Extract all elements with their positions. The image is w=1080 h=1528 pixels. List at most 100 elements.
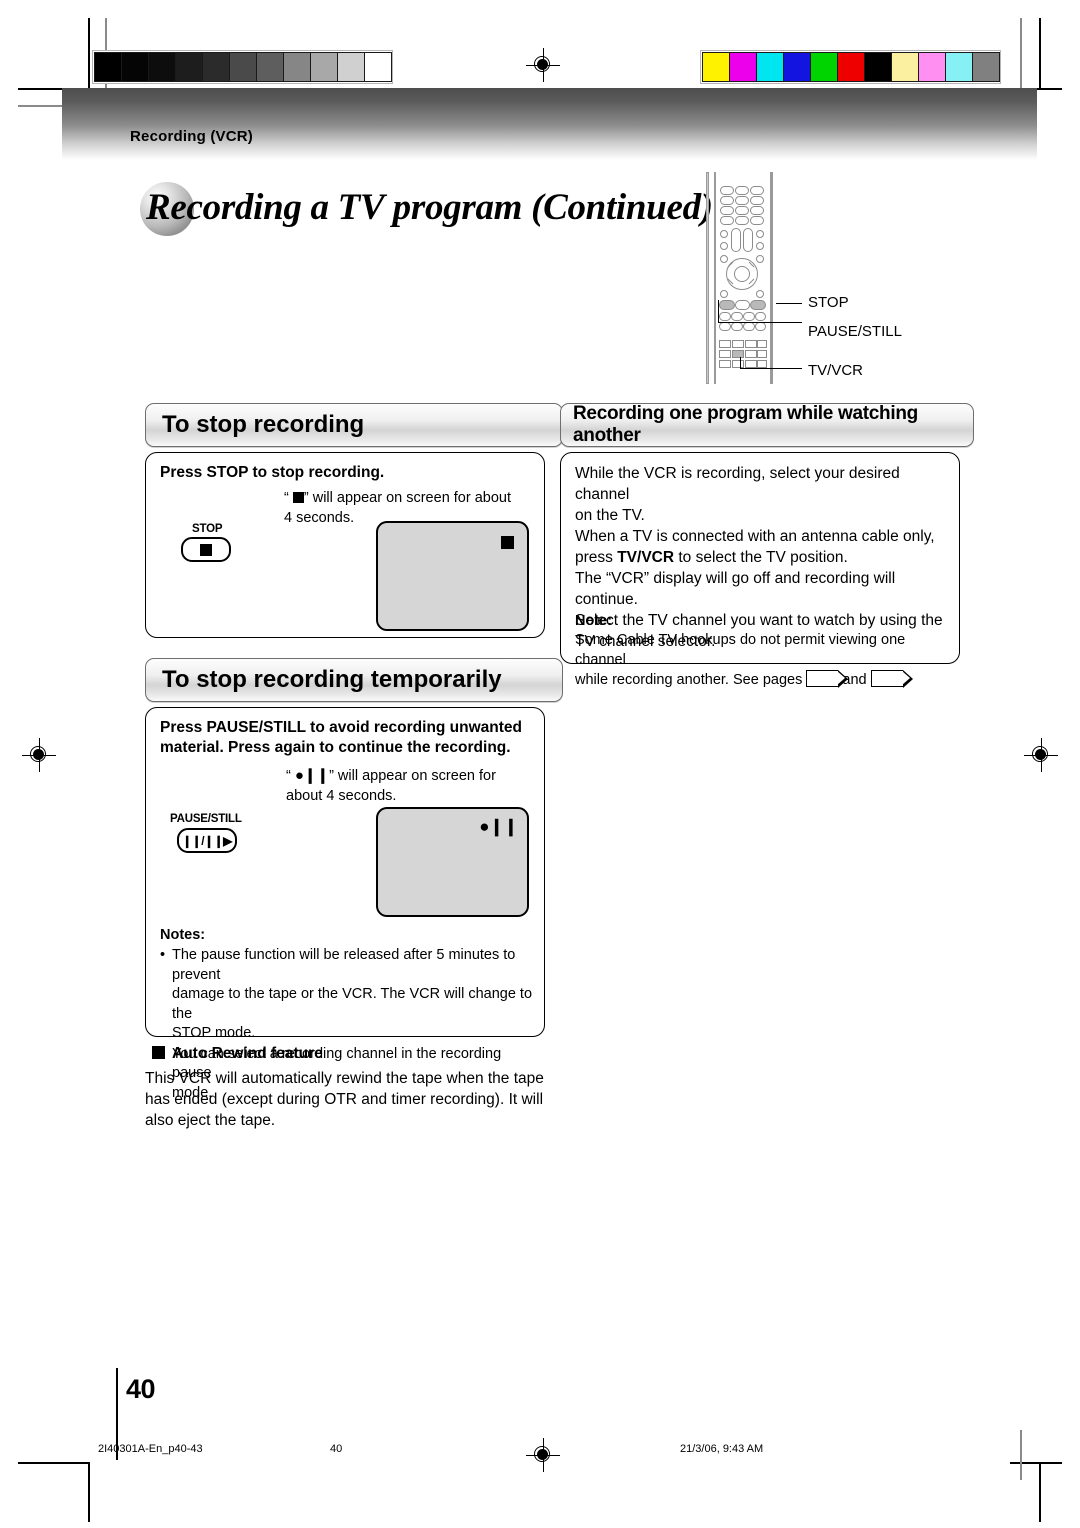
color-swatch	[945, 52, 973, 82]
stop-square-icon	[200, 543, 212, 556]
gray-swatch	[148, 52, 176, 82]
remote-tv-vcr-button	[732, 350, 744, 358]
notes-heading: Notes:	[160, 927, 206, 943]
remote-button	[743, 312, 755, 321]
page-reference-box	[806, 669, 849, 688]
remote-button	[720, 186, 734, 195]
section-heading-stop-temporarily: To stop recording temporarily	[145, 658, 563, 702]
remote-stop-button	[750, 300, 766, 310]
right-panel-line-tvvcr: press TV/VCR to select the TV position.	[575, 547, 951, 568]
gray-swatch	[256, 52, 284, 82]
section-heading-label: Recording one program while watching ano…	[573, 403, 918, 446]
registration-mark-right	[1024, 738, 1058, 772]
crop-mark-br-v	[1039, 1462, 1041, 1522]
square-bullet-icon	[152, 1046, 165, 1059]
auto-rewind-line: This VCR will automatically rewind the t…	[145, 1070, 544, 1087]
footer-center-number: 40	[330, 1443, 343, 1455]
page-number: 40	[126, 1374, 156, 1404]
registration-mark-top	[526, 48, 560, 82]
remote-button-tall	[731, 228, 741, 252]
remote-button	[720, 216, 734, 225]
color-swatch	[783, 52, 811, 82]
color-calibration-bar	[700, 50, 1001, 84]
remote-button	[732, 360, 744, 368]
right-panel-line: While the VCR is recording, select your …	[575, 465, 900, 503]
tv-vcr-emphasis: TV/VCR	[617, 549, 675, 566]
pause-key-label: PAUSE/STILL	[170, 813, 242, 825]
remote-button	[731, 312, 743, 321]
section-heading-recording-one-program: Recording one program while watching ano…	[560, 403, 974, 447]
quote-open: “	[286, 768, 291, 784]
section-label: Recording (VCR)	[130, 128, 253, 145]
note-line: STOP mode.	[172, 1025, 256, 1041]
note-line: damage to the tape or the VCR. The VCR w…	[172, 986, 533, 1022]
auto-rewind-line: has ended (except during OTR and timer r…	[145, 1091, 544, 1108]
crop-mark-bl-v	[88, 1462, 90, 1522]
stop-osd-note-text: ” will appear on screen for about	[303, 490, 512, 506]
remote-button-small	[720, 230, 728, 238]
footer-file-id: 2I40301A-En_p40-43	[98, 1443, 203, 1455]
pause-play-glyph-icon: ❙❙/❙❙▶	[182, 833, 232, 848]
auto-rewind-body: This VCR will automatically rewind the t…	[145, 1068, 555, 1131]
registration-mark-left	[22, 738, 56, 772]
remote-pause-still-button	[719, 300, 735, 310]
stop-keycap	[181, 537, 231, 562]
crop-mark-br-v2	[1020, 1430, 1022, 1480]
remote-button	[755, 312, 766, 321]
callout-label-stop: STOP	[808, 294, 849, 311]
tv-screen-stop	[376, 521, 529, 631]
gray-swatch	[310, 52, 338, 82]
remote-button	[735, 186, 749, 195]
gray-swatch	[337, 52, 365, 82]
section-heading-label: To stop recording temporarily	[162, 666, 502, 693]
color-swatch	[729, 52, 757, 82]
note-line-pages: while recording another. See pages and .	[575, 669, 951, 691]
tv-screen-pause: ●❙❙	[376, 807, 529, 917]
remote-button-small	[720, 290, 728, 298]
color-swatch	[972, 52, 1000, 82]
callout-line-tvvcr-h	[740, 368, 802, 370]
remote-button	[750, 196, 764, 205]
remote-button	[757, 350, 767, 358]
remote-button	[719, 312, 731, 321]
crop-mark-tl-v	[88, 18, 90, 90]
page-reference-box	[870, 669, 913, 688]
pause-osd-note-text: ” will appear on screen for	[329, 768, 496, 784]
remote-button	[719, 360, 731, 368]
header-gradient-band	[62, 88, 1037, 160]
osd-pause-icon: ●❙❙	[479, 817, 518, 836]
note-line: Some Cable TV hookups do not permit view…	[575, 632, 906, 668]
callout-label-tv-vcr: TV/VCR	[808, 362, 864, 379]
auto-rewind-heading: Auto Rewind feature	[152, 1045, 323, 1063]
pause-instruction-line1: Press PAUSE/STILL to avoid recording unw…	[160, 719, 523, 736]
pause-glyph-icon: ●❙❙	[294, 767, 330, 784]
remote-button	[745, 350, 757, 358]
content-box-stop-recording: Press STOP to stop recording. “ ” will a…	[145, 452, 545, 638]
stop-osd-note-line2: 4 seconds.	[284, 509, 355, 526]
remote-button	[750, 186, 764, 195]
note-item: • The pause function will be released af…	[160, 946, 532, 1044]
registration-mark-bottom	[526, 1438, 560, 1472]
grayscale-calibration-bar	[92, 50, 393, 84]
remote-button	[745, 360, 757, 368]
remote-button	[750, 206, 764, 215]
callout-line-pause-v	[718, 300, 720, 323]
pause-osd-note: “ ●❙❙” will appear on screen for about 4…	[286, 766, 531, 806]
gray-swatch	[229, 52, 257, 82]
section-heading-label: To stop recording	[162, 411, 365, 438]
remote-button	[735, 196, 749, 205]
remote-dpad-center	[734, 266, 750, 282]
stop-instruction: Press STOP to stop recording.	[160, 464, 385, 481]
callout-label-pause-still: PAUSE/STILL	[808, 323, 902, 340]
press-label: press	[575, 549, 618, 566]
callout-line-tvvcr-v	[740, 357, 742, 369]
remote-button	[720, 196, 734, 205]
remote-button	[735, 216, 749, 225]
page-title: Recording a TV program (Continued)	[146, 187, 713, 228]
pause-osd-note-line2: about 4 seconds.	[286, 787, 397, 804]
select-tv-position-label: to select the TV position.	[674, 549, 848, 566]
color-swatch	[702, 52, 730, 82]
color-swatch	[756, 52, 784, 82]
right-panel-line: When a TV is connected with an antenna c…	[575, 528, 935, 545]
remote-button-small	[720, 242, 728, 250]
